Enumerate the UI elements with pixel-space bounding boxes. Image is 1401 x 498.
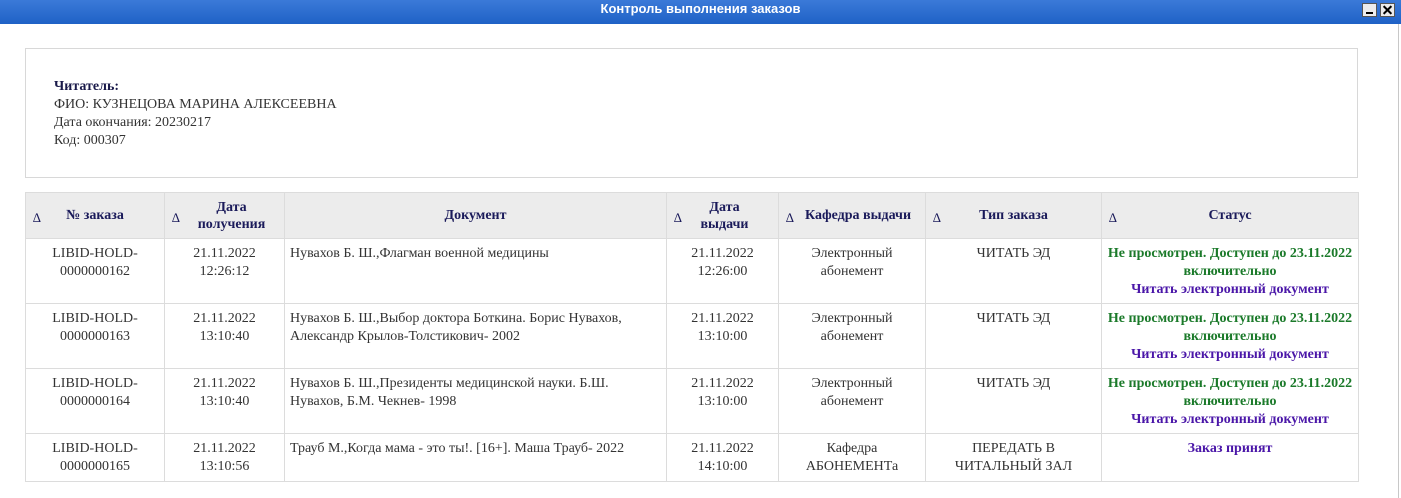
sort-icon[interactable]: ∆ [933, 209, 941, 226]
issued-cell: 21.11.2022 12:26:00 [666, 238, 779, 304]
dept-cell: Электронный абонемент [778, 368, 926, 434]
status-cell: Не просмотрен. Доступен до 23.11.2022 вк… [1101, 368, 1359, 434]
issued-cell: 21.11.2022 13:10:00 [666, 303, 779, 369]
reader-label: Читатель: [54, 79, 120, 94]
title-bar: Контроль выполнения заказов [0, 0, 1401, 24]
status-text: Не просмотрен. Доступен до 23.11.2022 вк… [1107, 246, 1353, 279]
column-header-dept[interactable]: ∆ Кафедра выдачи [778, 192, 926, 239]
column-header-received[interactable]: ∆ Дата получения [164, 192, 285, 239]
type-cell: ЧИТАТЬ ЭД [925, 238, 1102, 304]
reader-end-date: Дата окончания: 20230217 [54, 115, 212, 130]
sort-icon[interactable]: ∆ [786, 209, 794, 226]
sort-icon[interactable]: ∆ [674, 209, 682, 226]
read-document-link[interactable]: Читать электронный документ [1107, 281, 1353, 299]
table-row: LIBID-HOLD-0000000163 21.11.2022 13:10:4… [25, 303, 1359, 369]
document-cell: Нувахов Б. Ш.,Флагман военной медицины [284, 238, 667, 304]
received-cell: 21.11.2022 13:10:40 [164, 303, 285, 369]
issued-cell: 21.11.2022 14:10:00 [666, 433, 779, 482]
dept-cell: Кафедра АБОНЕМЕНТа [778, 433, 926, 482]
issued-cell: 21.11.2022 13:10:00 [666, 368, 779, 434]
status-text: Не просмотрен. Доступен до 23.11.2022 вк… [1107, 376, 1353, 409]
received-cell: 21.11.2022 12:26:12 [164, 238, 285, 304]
order-accepted-status: Заказ принят [1187, 441, 1273, 456]
read-document-link[interactable]: Читать электронный документ [1107, 411, 1353, 429]
reader-info-panel: Читатель: ФИО: КУЗНЕЦОВА МАРИНА АЛЕКСЕЕВ… [25, 48, 1358, 178]
document-cell: Нувахов Б. Ш.,Президенты медицинской нау… [284, 368, 667, 434]
document-cell: Нувахов Б. Ш.,Выбор доктора Боткина. Бор… [284, 303, 667, 369]
read-document-link[interactable]: Читать электронный документ [1107, 346, 1353, 364]
status-cell: Заказ принят [1101, 433, 1359, 482]
reader-code: Код: 000307 [54, 133, 126, 148]
dept-cell: Электронный абонемент [778, 238, 926, 304]
type-cell: ЧИТАТЬ ЭД [925, 303, 1102, 369]
column-header-document[interactable]: Документ [284, 192, 667, 239]
table-header-row: ∆ № заказа ∆ Дата получения Документ ∆ Д… [25, 192, 1359, 239]
order-no-cell: LIBID-HOLD-0000000164 [25, 368, 165, 434]
table-row: LIBID-HOLD-0000000162 21.11.2022 12:26:1… [25, 238, 1359, 304]
orders-table: ∆ № заказа ∆ Дата получения Документ ∆ Д… [25, 192, 1359, 482]
type-cell: ЧИТАТЬ ЭД [925, 368, 1102, 434]
received-cell: 21.11.2022 13:10:40 [164, 368, 285, 434]
minimize-icon[interactable] [1362, 3, 1377, 17]
window-title: Контроль выполнения заказов [600, 1, 801, 16]
order-no-cell: LIBID-HOLD-0000000163 [25, 303, 165, 369]
sort-icon[interactable]: ∆ [172, 209, 180, 226]
type-cell: ПЕРЕДАТЬ В ЧИТАЛЬНЫЙ ЗАЛ [925, 433, 1102, 482]
sort-icon[interactable]: ∆ [1109, 209, 1117, 226]
close-icon[interactable] [1380, 3, 1395, 17]
reader-fio: ФИО: КУЗНЕЦОВА МАРИНА АЛЕКСЕЕВНА [54, 97, 337, 112]
status-cell: Не просмотрен. Доступен до 23.11.2022 вк… [1101, 238, 1359, 304]
document-cell: Трауб М.,Когда мама - это ты!. [16+]. Ма… [284, 433, 667, 482]
table-row: LIBID-HOLD-0000000164 21.11.2022 13:10:4… [25, 368, 1359, 434]
column-header-issued[interactable]: ∆ Дата выдачи [666, 192, 779, 239]
dept-cell: Электронный абонемент [778, 303, 926, 369]
status-cell: Не просмотрен. Доступен до 23.11.2022 вк… [1101, 303, 1359, 369]
column-header-order-no[interactable]: ∆ № заказа [25, 192, 165, 239]
window-border [1398, 24, 1399, 498]
order-no-cell: LIBID-HOLD-0000000162 [25, 238, 165, 304]
received-cell: 21.11.2022 13:10:56 [164, 433, 285, 482]
table-row: LIBID-HOLD-0000000165 21.11.2022 13:10:5… [25, 433, 1359, 482]
status-text: Не просмотрен. Доступен до 23.11.2022 вк… [1107, 311, 1353, 344]
column-header-type[interactable]: ∆ Тип заказа [925, 192, 1102, 239]
column-header-status[interactable]: ∆ Статус [1101, 192, 1359, 239]
order-no-cell: LIBID-HOLD-0000000165 [25, 433, 165, 482]
sort-icon[interactable]: ∆ [33, 209, 41, 226]
